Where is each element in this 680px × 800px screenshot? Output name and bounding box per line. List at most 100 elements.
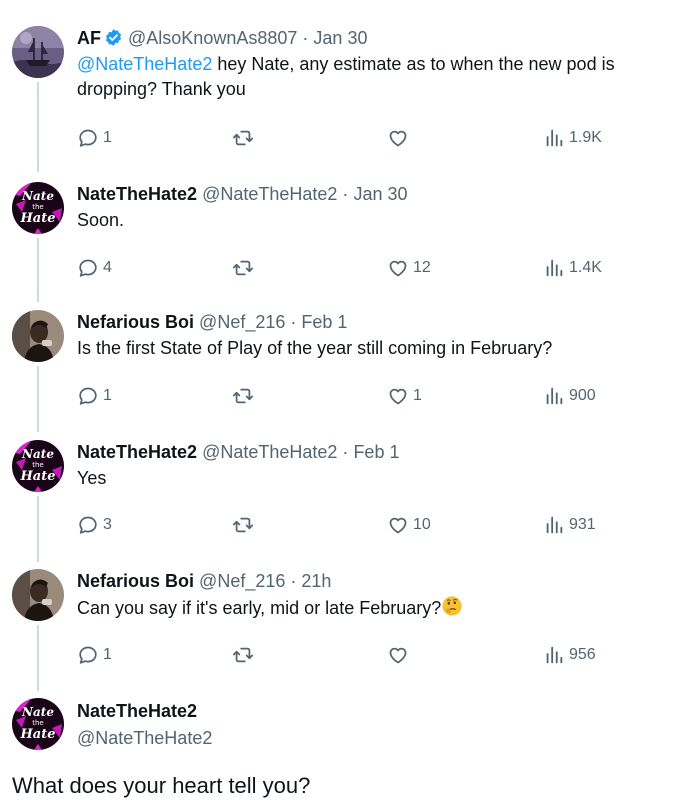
author-name[interactable]: Nefarious Boi: [77, 571, 194, 591]
views-icon: [543, 127, 565, 149]
reply-count: 3: [103, 516, 112, 533]
retweet-icon: [232, 127, 254, 149]
views-button[interactable]: 956: [543, 643, 596, 667]
nate-logo-avatar-icon: [12, 698, 64, 750]
mention-link[interactable]: @NateTheHate2: [77, 54, 212, 74]
views-button[interactable]: 900: [543, 384, 596, 408]
separator: ·: [290, 312, 297, 332]
tweet-text: Soon.: [77, 210, 125, 230]
tweet-text: Yes: [77, 468, 107, 488]
verified-badge-icon: [105, 29, 122, 46]
retweet-button[interactable]: [232, 643, 258, 667]
thread-connector-line: [37, 625, 39, 691]
author-name[interactable]: NateTheHate2: [77, 699, 197, 723]
reply-icon: [77, 514, 99, 536]
timestamp[interactable]: 21h: [301, 571, 331, 591]
like-count: 10: [413, 516, 431, 533]
reply-button[interactable]: 1: [77, 126, 112, 150]
thinking-face-emoji-icon: [442, 596, 462, 616]
view-count: 931: [569, 516, 596, 533]
author-handle[interactable]: @NateTheHate2: [202, 184, 337, 204]
timestamp[interactable]: Jan 30: [353, 184, 407, 204]
ship-avatar-icon: [12, 26, 64, 78]
like-count: 12: [413, 259, 431, 276]
avatar[interactable]: [12, 569, 64, 621]
thread-connector-line: [37, 366, 39, 432]
author-name[interactable]: Nefarious Boi: [77, 312, 194, 332]
retweet-button[interactable]: [232, 513, 258, 537]
like-icon: [387, 385, 409, 407]
views-icon: [543, 257, 565, 279]
view-count: 900: [569, 387, 596, 404]
author-name[interactable]: AF: [77, 28, 101, 48]
views-button[interactable]: 1.9K: [543, 126, 602, 150]
author-handle[interactable]: @Nef_216: [199, 312, 285, 332]
avatar[interactable]: [12, 182, 64, 234]
like-count: 1: [413, 387, 422, 404]
reply-icon: [77, 644, 99, 666]
views-icon: [543, 514, 565, 536]
author-name[interactable]: NateTheHate2: [77, 442, 197, 462]
timestamp[interactable]: Jan 30: [313, 28, 367, 48]
retweet-icon: [232, 385, 254, 407]
retweet-icon: [232, 514, 254, 536]
tweet-text: What does your heart tell you?: [12, 773, 311, 798]
avatar[interactable]: [12, 698, 64, 750]
separator: ·: [302, 28, 309, 48]
like-icon: [387, 644, 409, 666]
like-button[interactable]: [387, 126, 413, 150]
reply-button[interactable]: 4: [77, 256, 112, 280]
like-icon: [387, 257, 409, 279]
like-icon: [387, 127, 409, 149]
separator: ·: [290, 571, 297, 591]
reply-icon: [77, 257, 99, 279]
timestamp[interactable]: Feb 1: [353, 442, 399, 462]
thread-connector-line: [37, 238, 39, 302]
views-icon: [543, 644, 565, 666]
like-button[interactable]: 10: [387, 513, 431, 537]
reply-button[interactable]: 1: [77, 643, 112, 667]
thread-connector-line: [37, 82, 39, 172]
timestamp[interactable]: Feb 1: [301, 312, 347, 332]
avatar[interactable]: [12, 310, 64, 362]
tweet-text: Is the first State of Play of the year s…: [77, 338, 553, 358]
reply-count: 1: [103, 387, 112, 404]
like-icon: [387, 514, 409, 536]
tweet-text: @NateTheHate2 hey Nate, any estimate as …: [77, 52, 674, 102]
avatar[interactable]: [12, 440, 64, 492]
retweet-button[interactable]: [232, 126, 258, 150]
views-button[interactable]: 931: [543, 513, 596, 537]
nate-logo-avatar-icon: [12, 440, 64, 492]
reply-button[interactable]: 1: [77, 384, 112, 408]
tweet-body: Can you say if it's early, mid or late F…: [77, 598, 442, 618]
author-handle[interactable]: @AlsoKnownAs8807: [128, 28, 297, 48]
separator: ·: [342, 184, 349, 204]
tweet-text: Can you say if it's early, mid or late F…: [77, 595, 674, 621]
reply-icon: [77, 385, 99, 407]
nate-logo-avatar-icon: [12, 182, 64, 234]
reply-count: 1: [103, 646, 112, 663]
like-button[interactable]: 1: [387, 384, 422, 408]
author-handle[interactable]: @NateTheHate2: [202, 442, 337, 462]
retweet-icon: [232, 644, 254, 666]
like-button[interactable]: 12: [387, 256, 431, 280]
retweet-button[interactable]: [232, 256, 258, 280]
view-count: 956: [569, 646, 596, 663]
separator: ·: [342, 442, 349, 462]
reply-icon: [77, 127, 99, 149]
reply-count: 4: [103, 259, 112, 276]
like-button[interactable]: [387, 643, 413, 667]
reply-button[interactable]: 3: [77, 513, 112, 537]
avatar[interactable]: [12, 26, 64, 78]
author-handle[interactable]: @Nef_216: [199, 571, 285, 591]
person-avatar-icon: [12, 569, 64, 621]
retweet-button[interactable]: [232, 384, 258, 408]
retweet-icon: [232, 257, 254, 279]
thread-connector-line: [37, 496, 39, 562]
views-icon: [543, 385, 565, 407]
person-avatar-icon: [12, 310, 64, 362]
author-name[interactable]: NateTheHate2: [77, 184, 197, 204]
author-handle[interactable]: @NateTheHate2: [77, 726, 212, 750]
views-button[interactable]: 1.4K: [543, 256, 602, 280]
reply-count: 1: [103, 129, 112, 146]
